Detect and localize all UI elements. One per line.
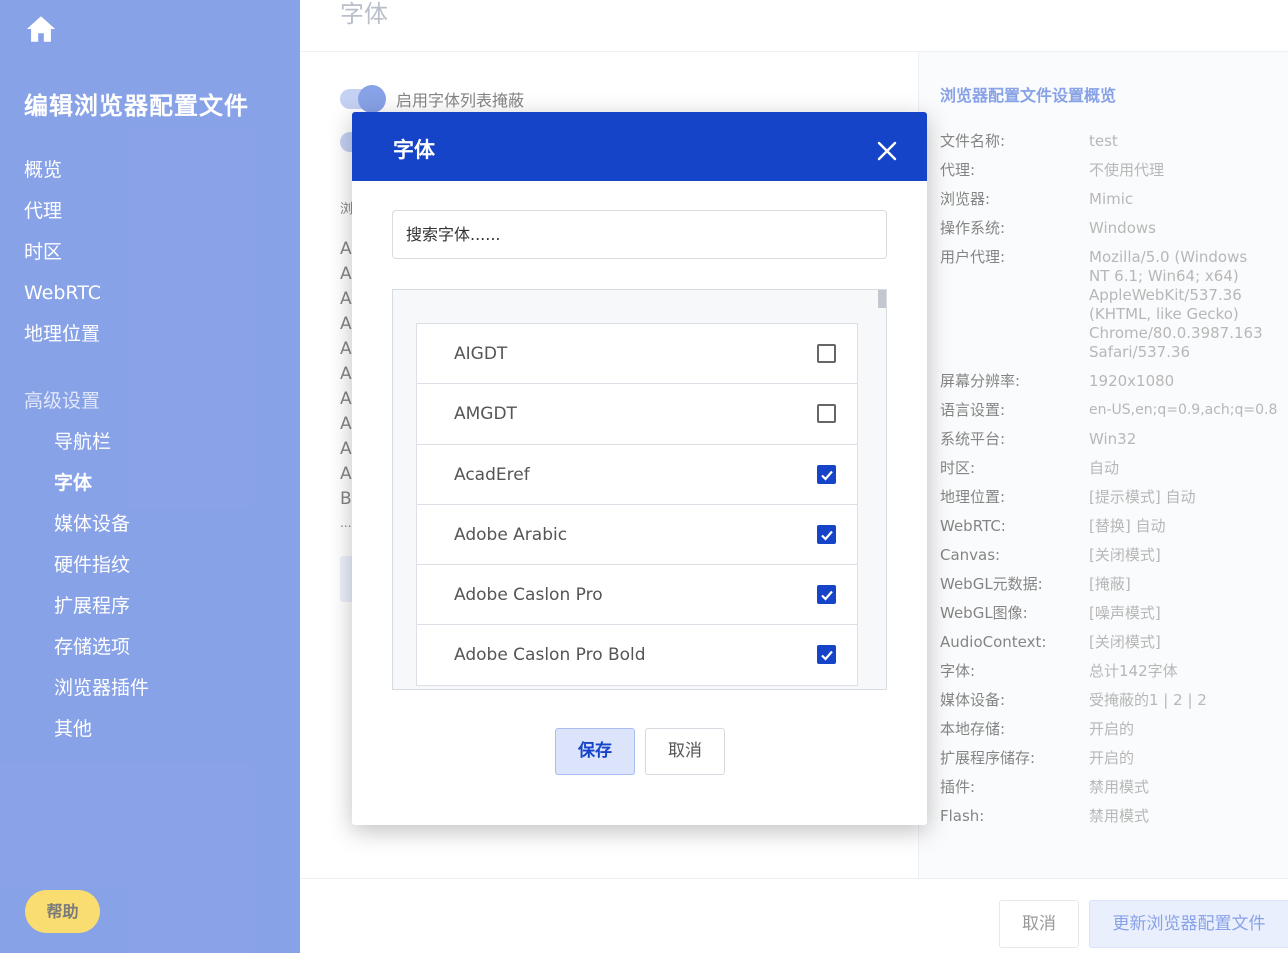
modal-title: 字体 [393, 138, 435, 162]
scrollbar[interactable] [878, 290, 886, 308]
font-item-aigdt[interactable]: AIGDT [416, 323, 858, 385]
font-name: Adobe Caslon Pro Bold [454, 645, 646, 666]
font-item-adobe-arabic[interactable]: Adobe Arabic [416, 503, 858, 566]
font-checkbox[interactable] [817, 404, 836, 424]
font-name: AMGDT [454, 404, 517, 425]
checkmark-icon [821, 470, 833, 481]
font-checkbox[interactable] [817, 464, 836, 484]
cancel-button[interactable]: 取消 [645, 728, 725, 775]
font-checkbox[interactable] [817, 585, 836, 605]
font-search-input[interactable] [392, 210, 887, 259]
font-name: Adobe Arabic [454, 524, 568, 545]
fonts-modal: 字体 AIGDT AMGDT AcadEref Adobe Arabic [352, 112, 927, 825]
font-name: Adobe Caslon Pro [454, 585, 603, 606]
font-item-amgdt[interactable]: AMGDT [416, 383, 858, 445]
close-icon[interactable] [876, 140, 898, 162]
font-list: AIGDT AMGDT AcadEref Adobe Arabic Adobe … [416, 323, 858, 686]
font-item-adobe-caslon-pro-bold[interactable]: Adobe Caslon Pro Bold [416, 624, 858, 686]
font-name: AIGDT [454, 344, 508, 364]
save-button[interactable]: 保存 [555, 728, 635, 775]
font-list-container: AIGDT AMGDT AcadEref Adobe Arabic Adobe … [392, 289, 887, 690]
checkmark-icon [821, 590, 833, 601]
font-checkbox[interactable] [817, 344, 836, 363]
modal-header: 字体 [352, 112, 927, 181]
font-item-acaderef[interactable]: AcadEref [416, 443, 858, 505]
checkmark-icon [821, 530, 833, 541]
font-checkbox[interactable] [817, 645, 836, 665]
checkmark-icon [821, 651, 833, 662]
font-name: AcadEref [454, 464, 530, 485]
font-item-adobe-caslon-pro[interactable]: Adobe Caslon Pro [416, 564, 858, 626]
font-checkbox[interactable] [817, 524, 836, 544]
